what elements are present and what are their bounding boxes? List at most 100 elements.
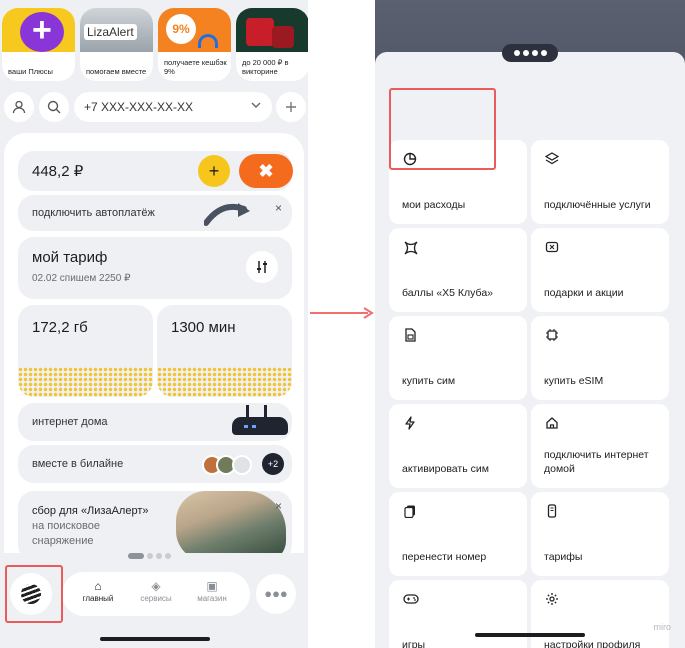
highlight-frame <box>389 88 496 170</box>
story-caption: до 20 000 ₽ в викторине <box>242 58 289 76</box>
menu-item-label: игры <box>402 639 426 648</box>
chat-button[interactable]: ●●● <box>256 574 296 614</box>
shop-bag-icon: ▣ <box>206 579 218 593</box>
fundraiser-card[interactable]: сбор для «ЛизаАлерт» на поисковое снаряж… <box>18 491 292 553</box>
menu-item-gifts[interactable]: подарки и акции <box>531 228 669 312</box>
home-internet-card[interactable]: интернет дома <box>18 403 292 441</box>
tariff-subtitle: 02.02 спишем 2250 ₽ <box>32 273 131 284</box>
menu-item-services[interactable]: подключённые услуги <box>531 140 669 224</box>
stories-row: + ваши Плюсы LizaAlert помогаем вместе 9… <box>2 8 308 81</box>
forest-image <box>176 491 286 553</box>
tariff-title: мой тариф <box>32 249 108 266</box>
menu-item-label: баллы «Х5 Клуба» <box>402 287 493 299</box>
menu-item-label: настройки профиля <box>544 639 641 648</box>
menu-item-label: тарифы <box>544 551 583 563</box>
menu-item-home-internet[interactable]: подключить интернет домой <box>531 404 669 488</box>
menu-item-buy-sim[interactable]: купить сим <box>389 316 527 400</box>
home-icon: ⌂ <box>94 579 102 593</box>
story-lizaalert[interactable]: LizaAlert помогаем вместе <box>80 8 153 81</box>
esim-chip-icon <box>546 329 558 341</box>
tariff-settings-button[interactable] <box>246 251 278 283</box>
tariff-card[interactable]: мой тариф 02.02 спишем 2250 ₽ <box>18 237 292 299</box>
phone-number-select[interactable]: +7 XXX-XXX-XX-XX <box>74 92 272 122</box>
profile-button[interactable] <box>4 92 34 122</box>
home-indicator <box>100 637 210 641</box>
sliders-icon <box>257 261 267 273</box>
lizaalert-logo: LizaAlert <box>84 24 137 40</box>
tab-label: сервисы <box>140 594 172 603</box>
add-number-button[interactable] <box>276 92 306 122</box>
tab-label: магазин <box>197 594 227 603</box>
gamepad-icon <box>403 594 419 604</box>
minutes-usage-card[interactable]: 1300 мин <box>157 305 292 397</box>
app-home-screen: + ваши Плюсы LizaAlert помогаем вместе 9… <box>0 0 308 648</box>
member-count-badge: +2 <box>262 453 284 475</box>
tabs-pill: ⌂ главный ◈ сервисы ▣ магазин <box>62 572 250 616</box>
family-card[interactable]: вместе в билайне +2 <box>18 445 292 483</box>
story-caption: помогаем вместе <box>86 67 147 76</box>
gift-card-icon <box>545 241 559 253</box>
sheet-handle[interactable] <box>502 44 558 62</box>
tab-services[interactable]: ◈ сервисы <box>128 578 184 603</box>
menu-item-transfer-number[interactable]: перенести номер <box>389 492 527 576</box>
fundraiser-close-button[interactable]: × <box>275 499 282 513</box>
menu-item-label: подключённые услуги <box>544 199 651 211</box>
story-quiz[interactable]: до 20 000 ₽ в викторине <box>236 8 308 81</box>
tab-shop[interactable]: ▣ магазин <box>184 578 240 603</box>
tariff-phone-icon <box>547 504 557 518</box>
lightning-icon <box>405 416 415 430</box>
gift-story-icon <box>236 8 308 52</box>
menu-item-profile-settings[interactable]: настройки профиля <box>531 580 669 648</box>
arrow-decoration-icon <box>204 203 250 226</box>
story-plus[interactable]: + ваши Плюсы <box>2 8 75 81</box>
fundraiser-text: снаряжение <box>32 535 94 547</box>
menu-item-games[interactable]: игры <box>389 580 527 648</box>
chevron-down-icon <box>251 102 261 108</box>
chat-icon: ●●● <box>264 586 288 601</box>
story-caption: получаете кешбэк 9% <box>164 58 227 76</box>
search-icon <box>47 100 61 114</box>
menu-item-x5-points[interactable]: баллы «Х5 Клуба» <box>389 228 527 312</box>
autopay-close-button[interactable]: × <box>275 201 282 215</box>
close-icon[interactable]: ✖ <box>239 154 293 188</box>
menu-item-label: подарки и акции <box>544 287 624 299</box>
balance-amount: 448,2 ₽ <box>32 163 84 180</box>
cashback-badge: 9% <box>166 14 196 44</box>
plus-icon <box>286 102 296 112</box>
lizaalert-story-icon: LizaAlert <box>80 8 153 52</box>
autopay-banner[interactable]: подключить автоплатёж × <box>18 195 292 231</box>
home-internet-label: интернет дома <box>32 416 108 428</box>
layers-icon: ◈ <box>151 579 161 593</box>
phone-bar: +7 XXX-XXX-XX-XX <box>4 92 306 122</box>
fundraiser-title: сбор для «ЛизаАлерт» <box>32 505 149 517</box>
menu-item-activate-sim[interactable]: активировать сим <box>389 404 527 488</box>
menu-item-label: купить eSIM <box>544 375 604 387</box>
main-panel: 448,2 ₽ + ✖ подключить автоплатёж × мой … <box>4 133 304 553</box>
usage-dots <box>18 367 153 397</box>
usage-dots <box>157 367 292 397</box>
top-up-button[interactable]: + <box>198 155 230 187</box>
phone-number: +7 XXX-XXX-XX-XX <box>84 100 194 114</box>
cashback-story-icon: 9% <box>158 8 231 52</box>
menu-item-label: перенести номер <box>402 551 487 563</box>
internet-usage-card[interactable]: 172,2 гб <box>18 305 153 397</box>
menu-screen: мои расходы подключённые услуги баллы «Х… <box>375 0 685 648</box>
search-button[interactable] <box>39 92 69 122</box>
minutes-remaining: 1300 мин <box>171 319 236 336</box>
x5-club-icon <box>404 241 418 255</box>
autopay-label: подключить автоплатёж <box>32 207 155 219</box>
story-caption: ваши Плюсы <box>8 67 53 76</box>
menu-item-buy-esim[interactable]: купить eSIM <box>531 316 669 400</box>
home-indicator <box>475 633 585 637</box>
plus-story-icon: + <box>2 8 75 52</box>
menu-item-label: мои расходы <box>402 199 466 211</box>
layers-icon <box>545 152 559 165</box>
family-label: вместе в билайне <box>32 458 124 470</box>
menu-item-tariffs[interactable]: тарифы <box>531 492 669 576</box>
tab-main[interactable]: ⌂ главный <box>70 578 126 603</box>
router-icon <box>232 405 288 435</box>
avatar <box>232 455 252 475</box>
internet-remaining: 172,2 гб <box>32 319 88 336</box>
story-cashback[interactable]: 9% получаете кешбэк 9% <box>158 8 231 81</box>
menu-item-label: активировать сим <box>402 463 489 475</box>
